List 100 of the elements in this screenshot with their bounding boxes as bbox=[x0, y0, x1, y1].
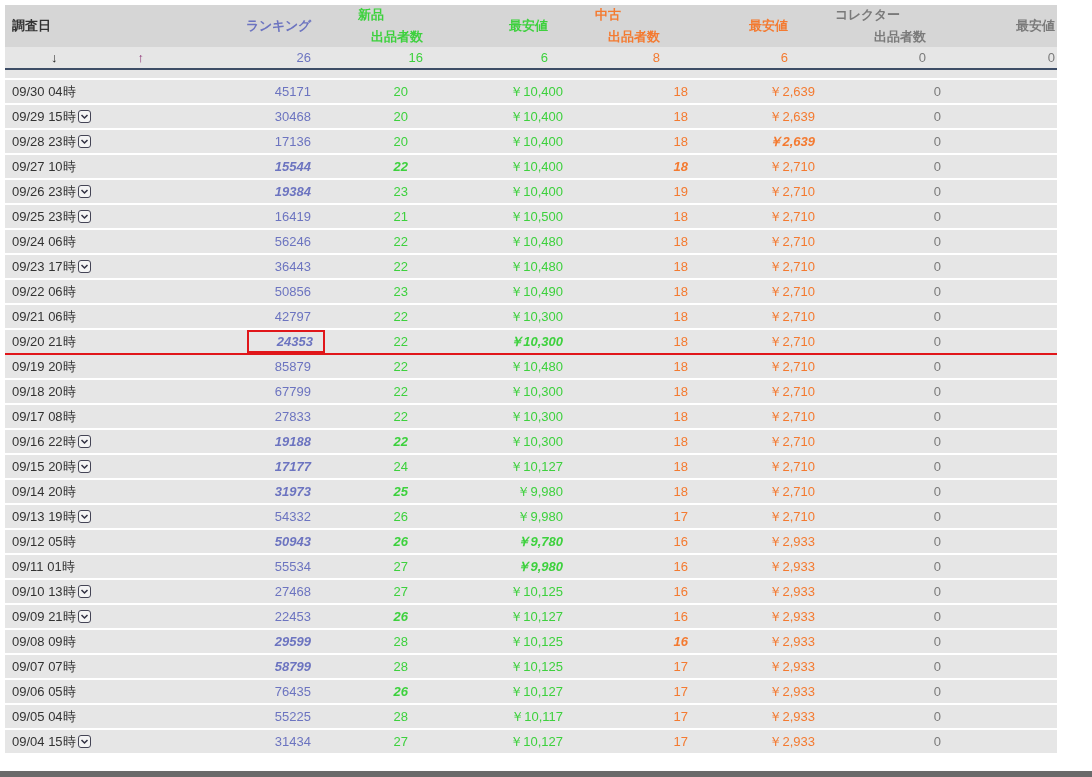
dropdown-icon[interactable] bbox=[77, 585, 91, 598]
count-cell: 0 bbox=[933, 559, 941, 574]
price-cell: ￥2,933 bbox=[769, 582, 815, 601]
count-cell: 20 bbox=[393, 134, 408, 149]
date-cell: 09/21 06時 bbox=[12, 307, 76, 326]
count-cell: 0 bbox=[933, 309, 941, 324]
count-cell: 16 bbox=[673, 584, 688, 599]
count-cell: 0 bbox=[933, 384, 941, 399]
price-cell: ￥2,639 bbox=[769, 132, 815, 151]
ranking-cell: 29599 bbox=[274, 634, 311, 649]
date-cell: 09/30 04時 bbox=[12, 82, 76, 101]
count-cell: 27 bbox=[393, 584, 408, 599]
dropdown-icon[interactable] bbox=[77, 460, 91, 473]
dropdown-icon[interactable] bbox=[77, 185, 91, 198]
count-cell: 27 bbox=[393, 559, 408, 574]
price-cell: ￥10,125 bbox=[510, 657, 563, 676]
count-cell: 25 bbox=[393, 484, 408, 499]
count-cell: 18 bbox=[673, 434, 688, 449]
price-cell: ￥10,300 bbox=[510, 382, 563, 401]
ranking-cell: 45171 bbox=[274, 84, 311, 99]
dropdown-icon[interactable] bbox=[77, 260, 91, 273]
price-cell: ￥9,980 bbox=[517, 507, 563, 526]
ranking-cell: 16419 bbox=[274, 209, 311, 224]
ranking-cell: 17136 bbox=[274, 134, 311, 149]
price-cell: ￥10,127 bbox=[510, 457, 563, 476]
price-cell: ￥2,710 bbox=[769, 382, 815, 401]
dropdown-icon[interactable] bbox=[77, 610, 91, 623]
price-cell: ￥2,933 bbox=[769, 682, 815, 701]
dropdown-icon[interactable] bbox=[77, 210, 91, 223]
count-cell: 0 bbox=[933, 359, 941, 374]
count-cell: 18 bbox=[673, 334, 688, 349]
count-cell: 0 bbox=[933, 84, 941, 99]
price-cell: ￥10,480 bbox=[510, 357, 563, 376]
count-cell: 22 bbox=[393, 409, 408, 424]
ranking-cell: 31973 bbox=[274, 484, 311, 499]
date-cell: 09/19 20時 bbox=[12, 357, 76, 376]
group-header: 新品 bbox=[357, 6, 385, 24]
date-cell: 09/18 20時 bbox=[12, 382, 76, 401]
price-cell: ￥10,490 bbox=[510, 282, 563, 301]
count-cell: 0 bbox=[933, 534, 941, 549]
count-cell: 0 bbox=[933, 484, 941, 499]
count-cell: 17 bbox=[673, 709, 688, 724]
price-cell: ￥10,117 bbox=[511, 707, 563, 726]
count-cell: 0 bbox=[933, 684, 941, 699]
ranking-cell: 27468 bbox=[274, 584, 311, 599]
price-cell: ￥2,933 bbox=[769, 532, 815, 551]
ranking-cell: 17177 bbox=[274, 459, 311, 474]
ranking-cell: 42797 bbox=[274, 309, 311, 324]
price-cell: ￥10,400 bbox=[510, 82, 563, 101]
summary-count: 0 bbox=[918, 50, 926, 65]
price-cell: ￥10,300 bbox=[510, 432, 563, 451]
price-cell: ￥10,480 bbox=[510, 257, 563, 276]
date-cell: 09/11 01時 bbox=[12, 557, 75, 576]
count-cell: 18 bbox=[673, 384, 688, 399]
count-cell: 26 bbox=[393, 609, 408, 624]
date-cell: 09/05 04時 bbox=[12, 707, 76, 726]
sort-descending-link[interactable]: ↓ bbox=[51, 50, 58, 65]
count-cell: 22 bbox=[393, 159, 408, 174]
price-cell: ￥10,300 bbox=[510, 407, 563, 426]
date-cell: 09/17 08時 bbox=[12, 407, 76, 426]
dropdown-icon[interactable] bbox=[77, 135, 91, 148]
dropdown-icon[interactable] bbox=[77, 510, 91, 523]
ranking-cell: 31434 bbox=[274, 734, 311, 749]
ranking-cell: 55225 bbox=[274, 709, 311, 724]
price-cell: ￥2,710 bbox=[769, 432, 815, 451]
ranking-cell: 30468 bbox=[274, 109, 311, 124]
count-cell: 22 bbox=[393, 384, 408, 399]
dropdown-icon[interactable] bbox=[77, 110, 91, 123]
price-cell: ￥10,400 bbox=[510, 132, 563, 151]
dropdown-icon[interactable] bbox=[77, 435, 91, 448]
count-cell: 17 bbox=[673, 734, 688, 749]
price-cell: ￥2,933 bbox=[769, 632, 815, 651]
count-cell: 20 bbox=[393, 109, 408, 124]
summary-count: 0 bbox=[1047, 50, 1055, 65]
price-cell: ￥10,127 bbox=[510, 732, 563, 751]
ranking-cell: 55534 bbox=[274, 559, 311, 574]
price-cell: ￥2,933 bbox=[769, 607, 815, 626]
date-cell: 09/09 21時 bbox=[12, 607, 76, 626]
price-cell: ￥10,300 bbox=[510, 307, 563, 326]
price-cell: ￥10,300 bbox=[510, 332, 563, 351]
count-cell: 22 bbox=[393, 259, 408, 274]
count-cell: 18 bbox=[673, 209, 688, 224]
price-cell: ￥2,710 bbox=[769, 207, 815, 226]
price-cell: ￥2,933 bbox=[769, 732, 815, 751]
price-cell: ￥2,639 bbox=[769, 82, 815, 101]
count-cell: 16 bbox=[673, 534, 688, 549]
count-cell: 18 bbox=[673, 159, 688, 174]
summary-count: 26 bbox=[296, 50, 311, 65]
count-cell: 0 bbox=[933, 209, 941, 224]
dropdown-icon[interactable] bbox=[77, 735, 91, 748]
price-cell: ￥2,710 bbox=[769, 157, 815, 176]
price-cell: ￥2,710 bbox=[769, 482, 815, 501]
count-cell: 0 bbox=[933, 434, 941, 449]
price-cell: ￥2,933 bbox=[769, 707, 815, 726]
price-cell: ￥10,500 bbox=[510, 207, 563, 226]
price-cell: ￥2,933 bbox=[769, 657, 815, 676]
date-cell: 09/22 06時 bbox=[12, 282, 76, 301]
count-cell: 0 bbox=[933, 409, 941, 424]
sort-ascending-link[interactable]: ↑ bbox=[137, 50, 144, 65]
price-cell: ￥10,400 bbox=[510, 157, 563, 176]
